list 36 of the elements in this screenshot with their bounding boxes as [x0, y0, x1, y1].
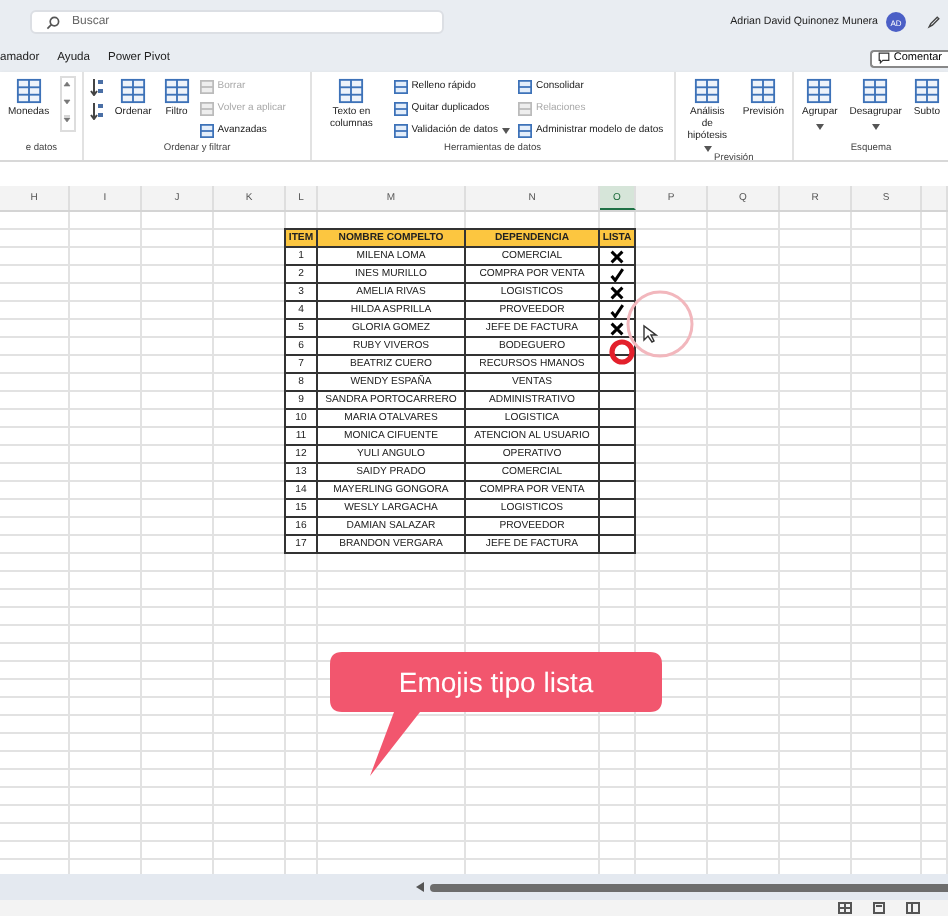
table-icon [517, 123, 532, 137]
grid-icon [163, 78, 190, 104]
click-highlight-ring [624, 288, 696, 360]
grid-icon [120, 78, 147, 104]
caret-icon [815, 123, 824, 130]
table-icon [393, 79, 408, 93]
table-icon [393, 123, 408, 137]
table-icon [517, 79, 532, 93]
grid-icon [694, 78, 721, 104]
cursor-icon [642, 324, 658, 344]
page-layout-icon[interactable] [872, 902, 886, 914]
table-icon [393, 101, 408, 115]
grid-icon [806, 78, 833, 104]
caret-icon [703, 146, 712, 153]
callout-text: Emojis tipo lista [396, 664, 596, 702]
table-icon [199, 123, 214, 137]
normal-view-icon[interactable] [838, 902, 852, 914]
table-icon [199, 101, 214, 115]
gallery-scroller[interactable] [59, 76, 76, 132]
pen-icon[interactable] [926, 14, 942, 30]
table-icon [199, 79, 214, 93]
comment-icon [877, 52, 890, 64]
page-break-icon[interactable] [906, 902, 920, 914]
scrollbar-thumb[interactable] [430, 883, 948, 891]
caret-icon [871, 123, 880, 130]
grid-icon [862, 78, 889, 104]
table-icon [517, 101, 532, 115]
caret-icon [501, 127, 510, 133]
sort-icon[interactable] [90, 102, 105, 120]
sort-icon[interactable] [90, 78, 105, 96]
grid-icon [750, 78, 777, 104]
grid-icon [913, 78, 940, 104]
grid-icon [338, 78, 365, 104]
scroll-left-icon[interactable] [416, 882, 426, 892]
click-marker-icon [608, 338, 636, 366]
grid-icon [15, 78, 42, 104]
